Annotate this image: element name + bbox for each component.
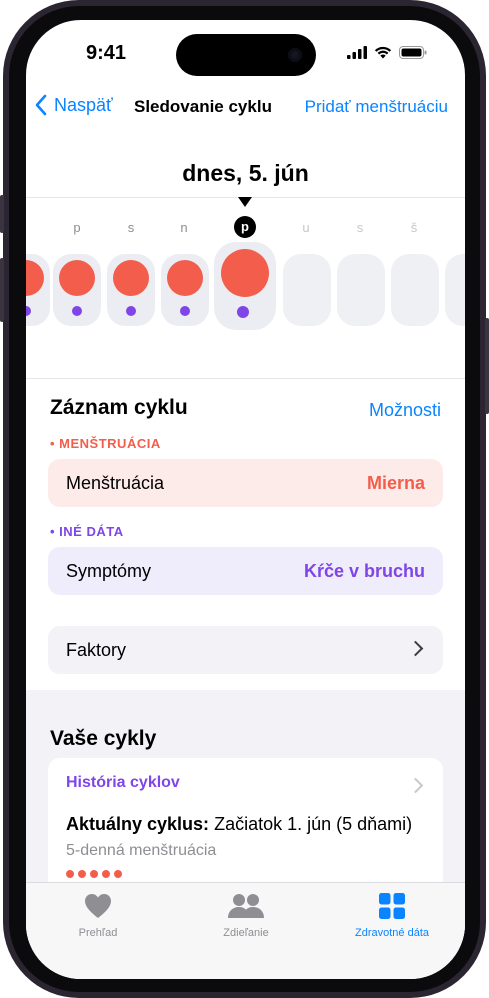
- heart-icon: [85, 894, 111, 918]
- calendar-day[interactable]: [161, 254, 209, 326]
- current-cycle-value: Začiatok 1. jún (5 dňami): [214, 814, 413, 834]
- screen: 9:41 Naspäť Sledovanie cyklu Pridať menš…: [26, 20, 465, 979]
- period-flow-marker: [113, 260, 149, 296]
- volume-up-button: [0, 195, 4, 233]
- cycle-history-link[interactable]: História cyklov: [66, 774, 180, 792]
- tab-browse-label: Zdravotné dáta: [355, 927, 429, 939]
- current-cycle-label: Aktuálny cyklus:: [66, 814, 210, 834]
- period-day-dot: [102, 870, 110, 878]
- calendar-day[interactable]: [53, 254, 101, 326]
- symptom-dot: [26, 306, 31, 316]
- symptom-dot: [180, 306, 190, 316]
- grid-icon: [379, 893, 405, 919]
- cycle-log-title: Záznam cyklu: [50, 396, 188, 419]
- chevron-right-icon: [407, 640, 424, 657]
- options-button[interactable]: Možnosti: [369, 400, 441, 421]
- weekday-label: s: [356, 220, 364, 235]
- tab-browse[interactable]: Zdravotné dáta: [332, 891, 452, 939]
- weekday-label: š: [410, 220, 418, 235]
- symptoms-row[interactable]: Symptómy Kŕče v bruchu: [48, 547, 443, 595]
- current-cycle-text: Aktuálny cyklus: Začiatok 1. jún (5 dňam…: [66, 814, 412, 835]
- date-pointer-icon: [238, 197, 252, 207]
- status-time: 9:41: [86, 42, 127, 64]
- weekday-label: u: [302, 220, 310, 235]
- weekday-label-today: p: [234, 216, 256, 238]
- status-icons: [347, 46, 427, 59]
- period-days-dots: [66, 870, 122, 878]
- chevron-left-icon: [35, 94, 47, 116]
- tab-bar: Prehľad Zdieľanie Zdravotné dáta: [26, 882, 465, 979]
- divider: [26, 378, 465, 379]
- symptoms-value: Kŕče v bruchu: [303, 561, 425, 581]
- calendar-day[interactable]: [445, 254, 465, 326]
- symptom-dot: [237, 306, 249, 318]
- period-flow-marker: [26, 260, 44, 296]
- factors-row[interactable]: Faktory: [48, 626, 443, 674]
- calendar-day[interactable]: [26, 254, 50, 326]
- back-label: Naspäť: [54, 94, 113, 115]
- symptom-dot: [72, 306, 82, 316]
- back-button[interactable]: Naspäť: [34, 94, 113, 116]
- menstruation-row[interactable]: Menštruácia Mierna: [48, 459, 443, 507]
- menstruation-section-label: • MENŠTRUÁCIA: [50, 436, 161, 451]
- calendar-day[interactable]: [337, 254, 385, 326]
- camera-icon: [288, 48, 302, 62]
- period-day-dot: [66, 870, 74, 878]
- page-title: Sledovanie cyklu: [134, 97, 272, 116]
- calendar-day[interactable]: [391, 254, 439, 326]
- selected-date: dnes, 5. jún: [182, 160, 309, 186]
- add-period-button[interactable]: Pridať menštruáciu: [305, 97, 448, 117]
- period-flow-marker: [59, 260, 95, 296]
- calendar-day[interactable]: [283, 254, 331, 326]
- tab-summary-label: Prehľad: [78, 927, 118, 939]
- volume-down-button: [0, 258, 4, 322]
- weekday-label: p: [73, 220, 81, 235]
- factors-label: Faktory: [66, 640, 127, 660]
- period-day-dot: [90, 870, 98, 878]
- weekday-label: s: [127, 220, 135, 235]
- side-power-button: [485, 318, 489, 414]
- your-cycles-title: Vaše cykly: [50, 727, 157, 750]
- dynamic-island: [176, 34, 316, 76]
- period-day-dot: [78, 870, 86, 878]
- other-data-section-label: • INÉ DÁTA: [50, 524, 124, 539]
- cellular-signal-icon: [347, 46, 367, 59]
- tab-sharing-label: Zdieľanie: [223, 927, 269, 939]
- menstruation-value: Mierna: [366, 473, 425, 493]
- calendar-day-today[interactable]: [214, 242, 276, 330]
- period-length-text: 5-denná menštruácia: [66, 842, 217, 859]
- people-icon: [228, 894, 264, 918]
- weekday-label: n: [180, 220, 188, 235]
- wifi-icon: [374, 46, 392, 59]
- period-flow-marker: [167, 260, 203, 296]
- navigation-bar: Naspäť Sledovanie cyklu Pridať menštruác…: [26, 92, 465, 124]
- calendar-day[interactable]: [107, 254, 155, 326]
- iphone-frame: 9:41 Naspäť Sledovanie cyklu Pridať menš…: [0, 0, 489, 998]
- tab-sharing[interactable]: Zdieľanie: [186, 891, 306, 939]
- menstruation-label: Menštruácia: [66, 473, 165, 493]
- tab-summary[interactable]: Prehľad: [38, 891, 158, 939]
- period-day-dot: [114, 870, 122, 878]
- symptoms-label: Symptómy: [66, 561, 152, 581]
- chevron-right-icon: [407, 777, 424, 794]
- period-flow-marker: [221, 249, 269, 297]
- symptom-dot: [126, 306, 136, 316]
- battery-icon: [399, 46, 427, 59]
